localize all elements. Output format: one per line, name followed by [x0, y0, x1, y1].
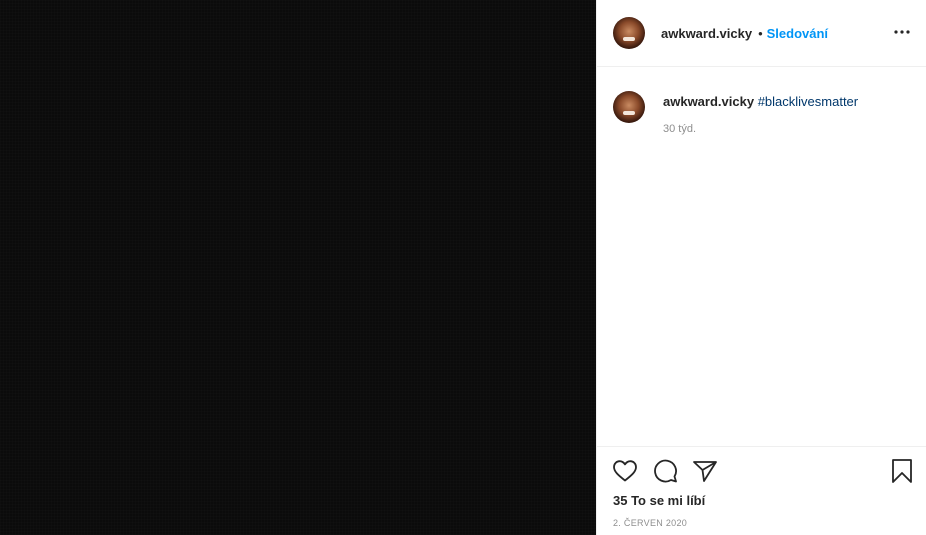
caption-avatar[interactable] — [613, 91, 645, 123]
more-horizontal-icon — [894, 30, 910, 34]
caption-hashtag-link[interactable]: #blacklivesmatter — [758, 94, 858, 109]
caption-time-ago[interactable]: 30 týd. — [663, 123, 858, 135]
comment-button[interactable] — [651, 457, 679, 485]
caption-text: awkward.vicky #blacklivesmatter — [663, 93, 858, 111]
more-options-button[interactable] — [890, 22, 914, 42]
post-container: awkward.vicky • Sledování awkward.vicky … — [0, 0, 926, 535]
likes-count[interactable]: 35 To se mi líbí — [613, 493, 910, 508]
action-bar — [611, 449, 912, 493]
comment-icon — [654, 459, 677, 483]
post-footer: 35 To se mi líbí 2. ČERVEN 2020 — [597, 446, 926, 535]
heart-icon — [613, 460, 637, 482]
post-media-black-square[interactable] — [0, 0, 596, 535]
share-button[interactable] — [691, 457, 719, 485]
like-button[interactable] — [611, 457, 639, 485]
save-button[interactable] — [888, 457, 916, 485]
caption-username[interactable]: awkward.vicky — [663, 94, 754, 109]
header-separator: • — [758, 25, 763, 41]
avatar[interactable] — [613, 17, 645, 49]
post-header: awkward.vicky • Sledování — [597, 0, 926, 67]
post-sidebar: awkward.vicky • Sledování awkward.vicky … — [596, 0, 926, 535]
caption-comment: awkward.vicky #blacklivesmatter 30 týd. — [597, 67, 926, 135]
following-button[interactable]: Sledování — [767, 26, 828, 41]
send-icon — [693, 461, 717, 482]
bookmark-icon — [892, 459, 912, 483]
header-username[interactable]: awkward.vicky — [661, 26, 752, 41]
post-date[interactable]: 2. ČERVEN 2020 — [613, 518, 910, 528]
caption-body: awkward.vicky #blacklivesmatter 30 týd. — [663, 91, 858, 135]
